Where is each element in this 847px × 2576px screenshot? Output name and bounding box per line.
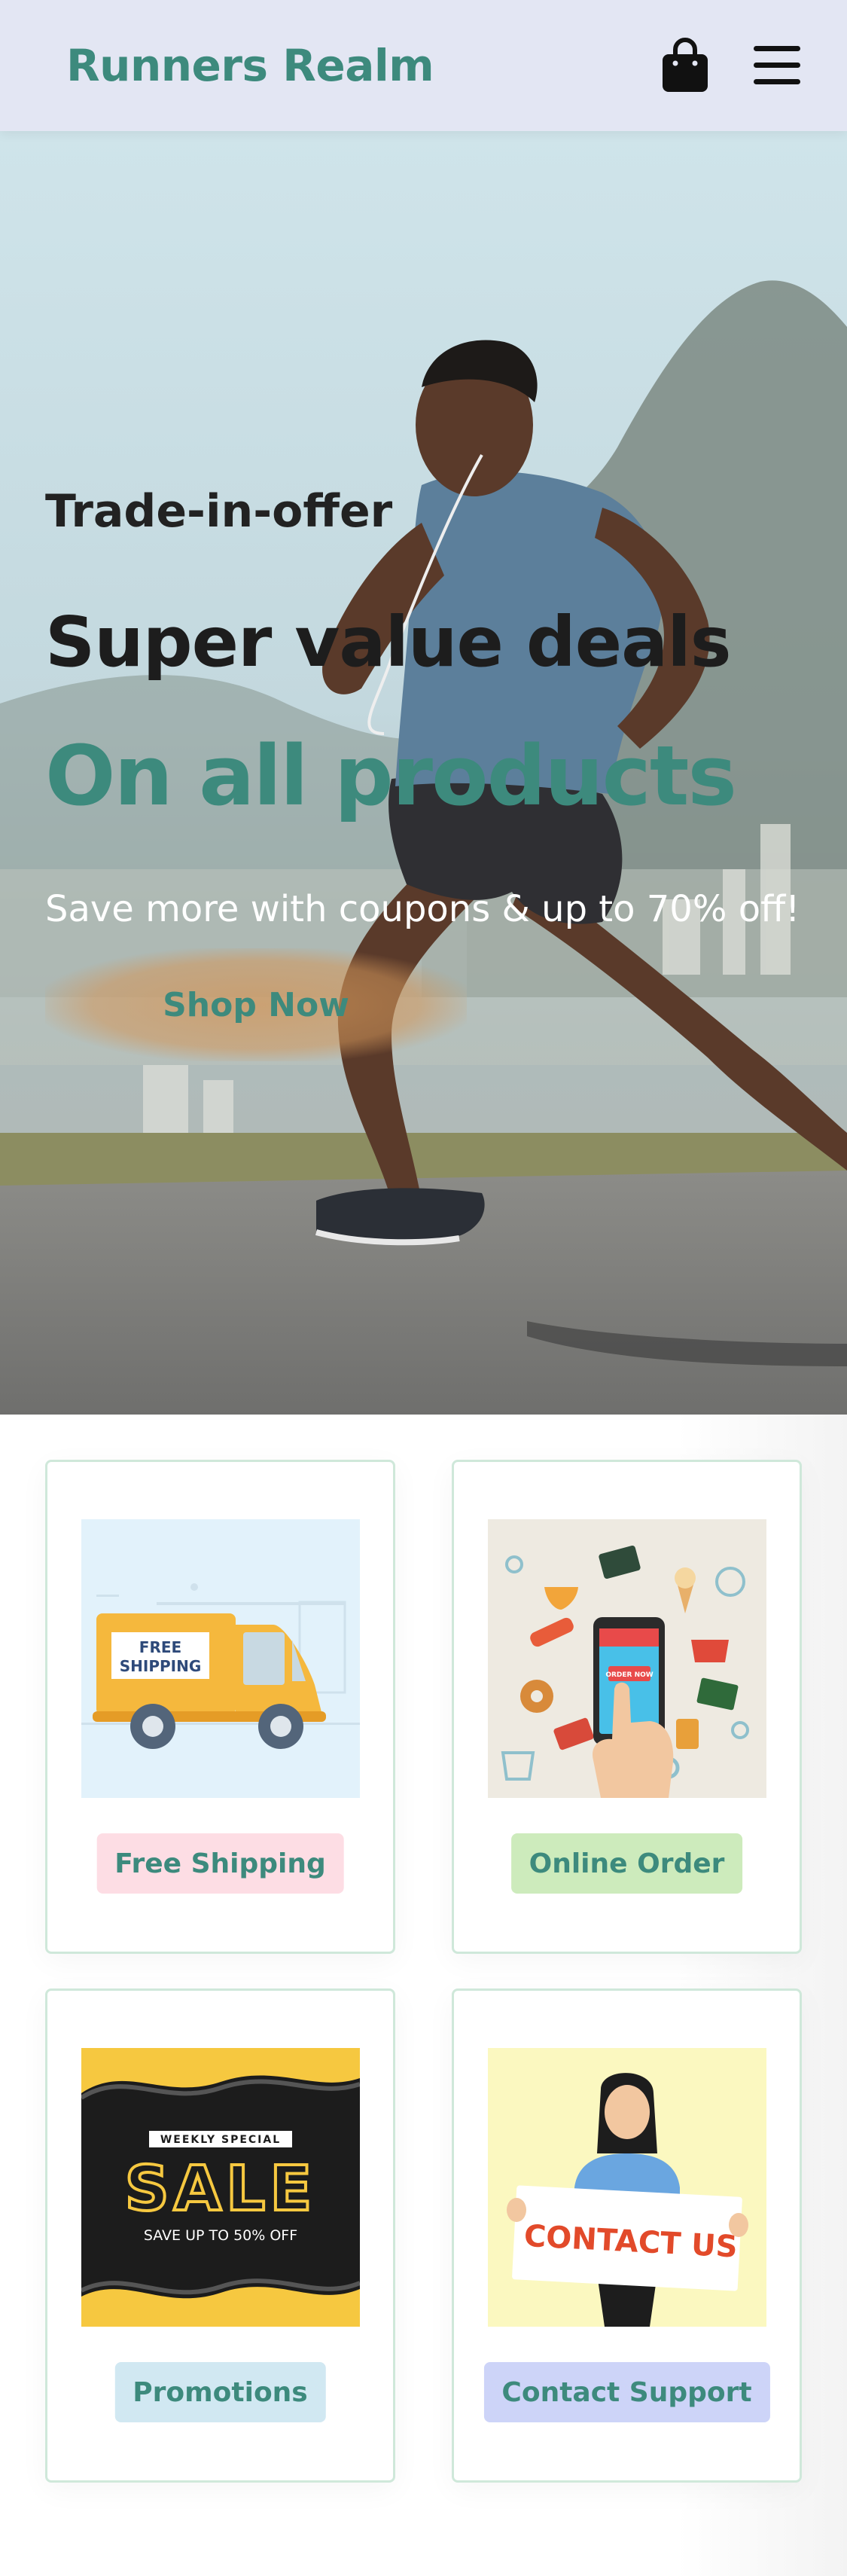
feature-tag-online-order: Online Order bbox=[510, 1833, 743, 1894]
feature-tag-free-shipping: Free Shipping bbox=[96, 1833, 344, 1894]
hero-banner: Trade-in-offer Super value deals On all … bbox=[0, 131, 847, 1415]
feature-card-promotions[interactable]: WEEKLY SPECIAL SALE SAVE UP TO 50% OFF P… bbox=[45, 1988, 395, 2483]
save-up-to-text: SAVE UP TO 50% OFF bbox=[144, 2227, 297, 2244]
online-order-phone-image: ORDER NOW bbox=[488, 1519, 766, 1798]
feature-card-online-order[interactable]: ORDER NOW Online Order bbox=[452, 1460, 802, 1954]
hero-subtitle: Save more with coupons & up to 70% off! bbox=[45, 888, 800, 930]
contact-support-image: CONTACT US bbox=[488, 2048, 766, 2327]
hero-title-accent: On all products bbox=[45, 728, 737, 824]
order-now-screen-text: ORDER NOW bbox=[605, 1671, 653, 1679]
weekly-special-text: WEEKLY SPECIAL bbox=[160, 2134, 281, 2146]
shop-now-button[interactable]: Shop Now bbox=[45, 948, 467, 1061]
shopping-bag-icon[interactable] bbox=[660, 38, 710, 93]
hero-title: Super value deals bbox=[45, 602, 732, 682]
site-header: Runners Realm bbox=[0, 0, 847, 131]
sale-big-text: SALE bbox=[125, 2153, 317, 2225]
free-shipping-sign-line2: SHIPPING bbox=[120, 1657, 202, 1675]
free-shipping-sign-line1: FREE bbox=[139, 1638, 181, 1656]
free-shipping-truck-image: FREE SHIPPING bbox=[81, 1519, 360, 1798]
feature-tag-promotions: Promotions bbox=[114, 2362, 326, 2422]
hamburger-menu-icon[interactable] bbox=[752, 44, 802, 87]
hero-kicker: Trade-in-offer bbox=[45, 485, 393, 538]
promotions-sale-image: WEEKLY SPECIAL SALE SAVE UP TO 50% OFF bbox=[81, 2048, 360, 2327]
site-logo[interactable]: Runners Realm bbox=[66, 40, 434, 91]
features-section: FREE SHIPPING Free Shipping ORDER NOW On… bbox=[0, 1415, 847, 2576]
feature-tag-contact-support: Contact Support bbox=[483, 2362, 770, 2422]
header-icons bbox=[660, 38, 802, 93]
feature-card-free-shipping[interactable]: FREE SHIPPING Free Shipping bbox=[45, 1460, 395, 1954]
feature-card-contact-support[interactable]: CONTACT US Contact Support bbox=[452, 1988, 802, 2483]
